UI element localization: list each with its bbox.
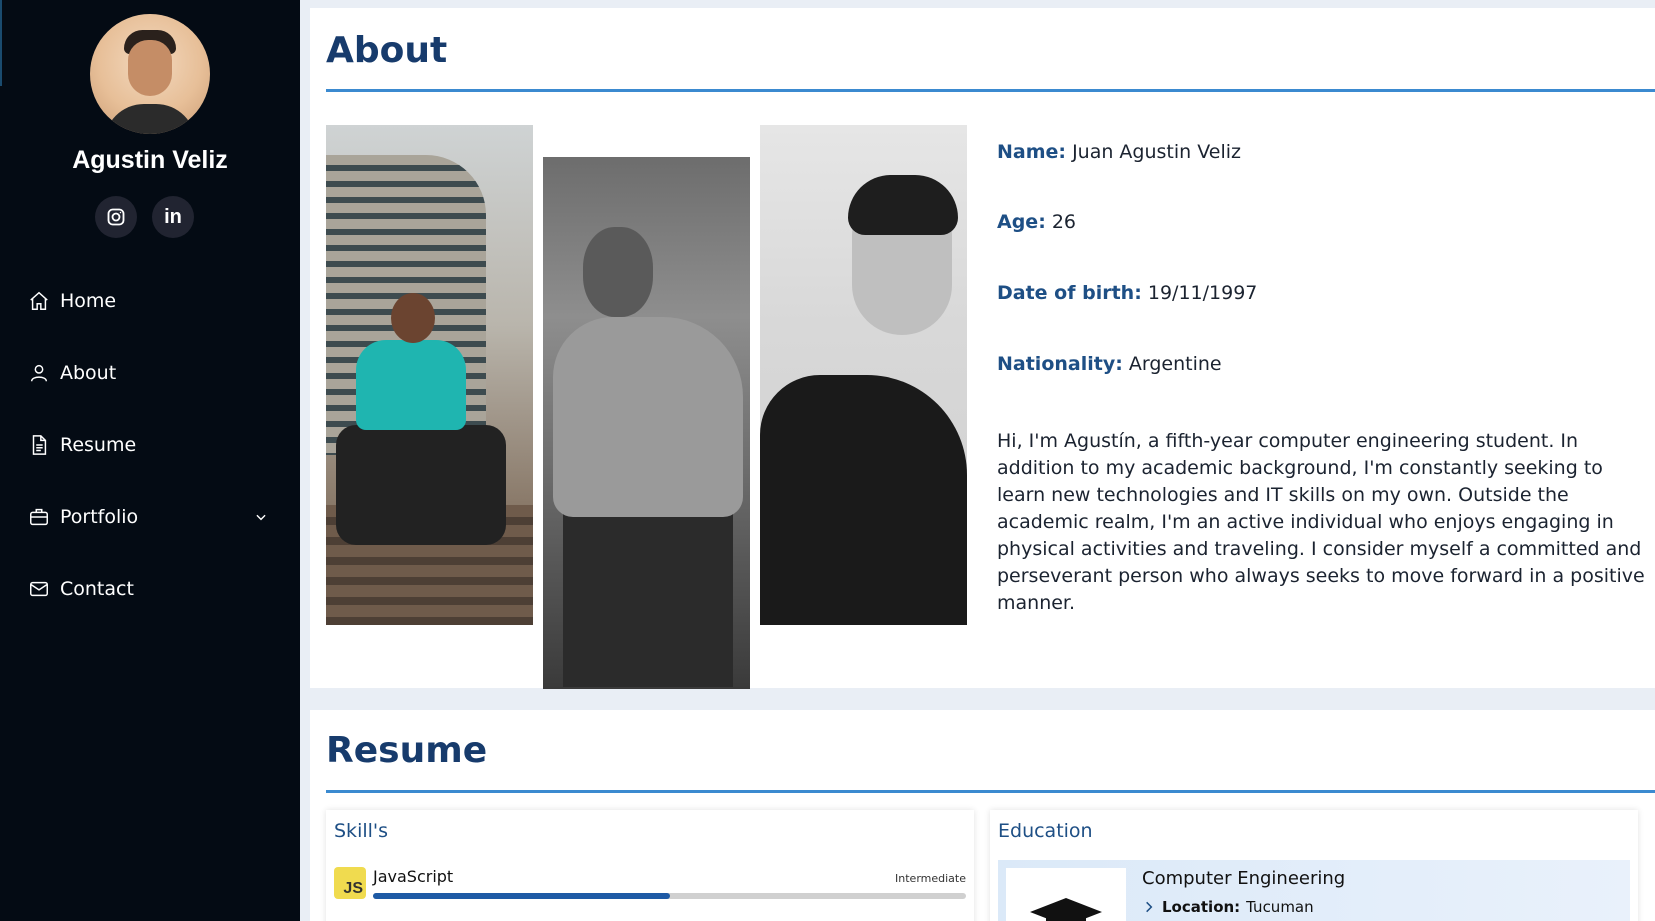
nav-item-portfolio[interactable]: Portfolio <box>0 481 300 553</box>
skill-level: Intermediate <box>895 872 966 885</box>
nav-item-home[interactable]: Home <box>0 265 300 337</box>
about-photo-3 <box>760 125 967 625</box>
education-title: Education <box>998 820 1093 842</box>
education-location-value: Tucuman <box>1246 898 1314 916</box>
home-icon <box>28 290 50 312</box>
nav-item-about[interactable]: About <box>0 337 300 409</box>
profile-name: Agustin Veliz <box>72 146 228 174</box>
document-icon <box>28 434 50 456</box>
skills-title: Skill's <box>334 820 389 842</box>
instagram-button[interactable] <box>95 196 137 238</box>
avatar-face <box>128 40 172 96</box>
resume-section: Resume Skill's JS JavaScript Intermediat… <box>310 710 1655 921</box>
briefcase-icon <box>28 506 50 528</box>
section-divider <box>326 790 1655 793</box>
skill-progress-bar <box>373 893 966 899</box>
about-section: About Name: Juan Agustin Veliz Age: 26 D… <box>310 8 1655 689</box>
info-nationality-value: Argentine <box>1128 353 1222 375</box>
about-bio: Hi, I'm Agustín, a fifth-year computer e… <box>997 430 1645 614</box>
photo-person-hair <box>848 175 958 235</box>
photo-person-legs <box>336 425 506 545</box>
about-photo-2 <box>543 157 750 689</box>
linkedin-button[interactable]: in <box>152 196 194 238</box>
instagram-icon <box>107 208 125 226</box>
photo-person-hoodie <box>553 317 743 517</box>
info-dob: Date of birth: 19/11/1997 <box>997 282 1637 304</box>
nav-label-resume: Resume <box>60 434 137 456</box>
education-item: Computer Engineering Location: Tucuman <box>998 860 1630 921</box>
info-age: Age: 26 <box>997 211 1637 233</box>
main-nav: Home About Resume Portfolio Contact <box>0 265 300 625</box>
photo-person-head <box>583 227 653 317</box>
nav-item-contact[interactable]: Contact <box>0 553 300 625</box>
nav-item-resume[interactable]: Resume <box>0 409 300 481</box>
section-title-about: About <box>326 30 448 71</box>
skill-name: JavaScript <box>373 867 454 886</box>
photo-person-shirt <box>760 375 967 625</box>
education-degree: Computer Engineering <box>1142 868 1346 889</box>
envelope-icon <box>28 578 50 600</box>
avatar <box>90 14 210 134</box>
nav-label-about: About <box>60 362 117 384</box>
info-name: Name: Juan Agustin Veliz <box>997 141 1637 163</box>
photo-person-shirt <box>356 340 466 430</box>
education-card: Education Computer Engineering Location:… <box>990 810 1638 921</box>
info-dob-label: Date of birth: <box>997 282 1142 304</box>
photo-person-legs <box>563 487 733 687</box>
nav-label-portfolio: Portfolio <box>60 506 139 528</box>
about-photo-1 <box>326 125 533 625</box>
info-nationality-label: Nationality: <box>997 353 1123 375</box>
javascript-icon: JS <box>334 867 366 899</box>
nav-label-contact: Contact <box>60 578 134 600</box>
info-name-label: Name: <box>997 141 1067 163</box>
user-icon <box>28 362 50 384</box>
sidebar-edge <box>0 0 2 86</box>
info-age-value: 26 <box>1051 211 1077 233</box>
nav-label-home: Home <box>60 290 117 312</box>
education-location: Location: Tucuman <box>1142 898 1314 916</box>
info-name-value: Juan Agustin Veliz <box>1072 141 1241 163</box>
chevron-right-icon <box>1146 901 1153 913</box>
skill-progress-fill <box>373 893 670 899</box>
education-location-label: Location: <box>1162 898 1241 916</box>
section-divider <box>326 89 1655 92</box>
skills-card: Skill's JS JavaScript Intermediate <box>326 810 974 921</box>
sidebar: Agustin Veliz in Home About Resume Portf… <box>0 0 300 921</box>
graduation-cap-icon <box>1030 898 1102 921</box>
section-title-resume: Resume <box>326 730 488 771</box>
info-dob-value: 19/11/1997 <box>1147 282 1258 304</box>
chevron-down-icon[interactable] <box>254 510 268 524</box>
avatar-shirt <box>104 104 196 134</box>
info-nationality: Nationality: Argentine <box>997 353 1637 375</box>
linkedin-icon: in <box>164 205 182 228</box>
education-image <box>1006 868 1126 921</box>
info-age-label: Age: <box>997 211 1046 233</box>
photo-person-head <box>391 293 435 343</box>
